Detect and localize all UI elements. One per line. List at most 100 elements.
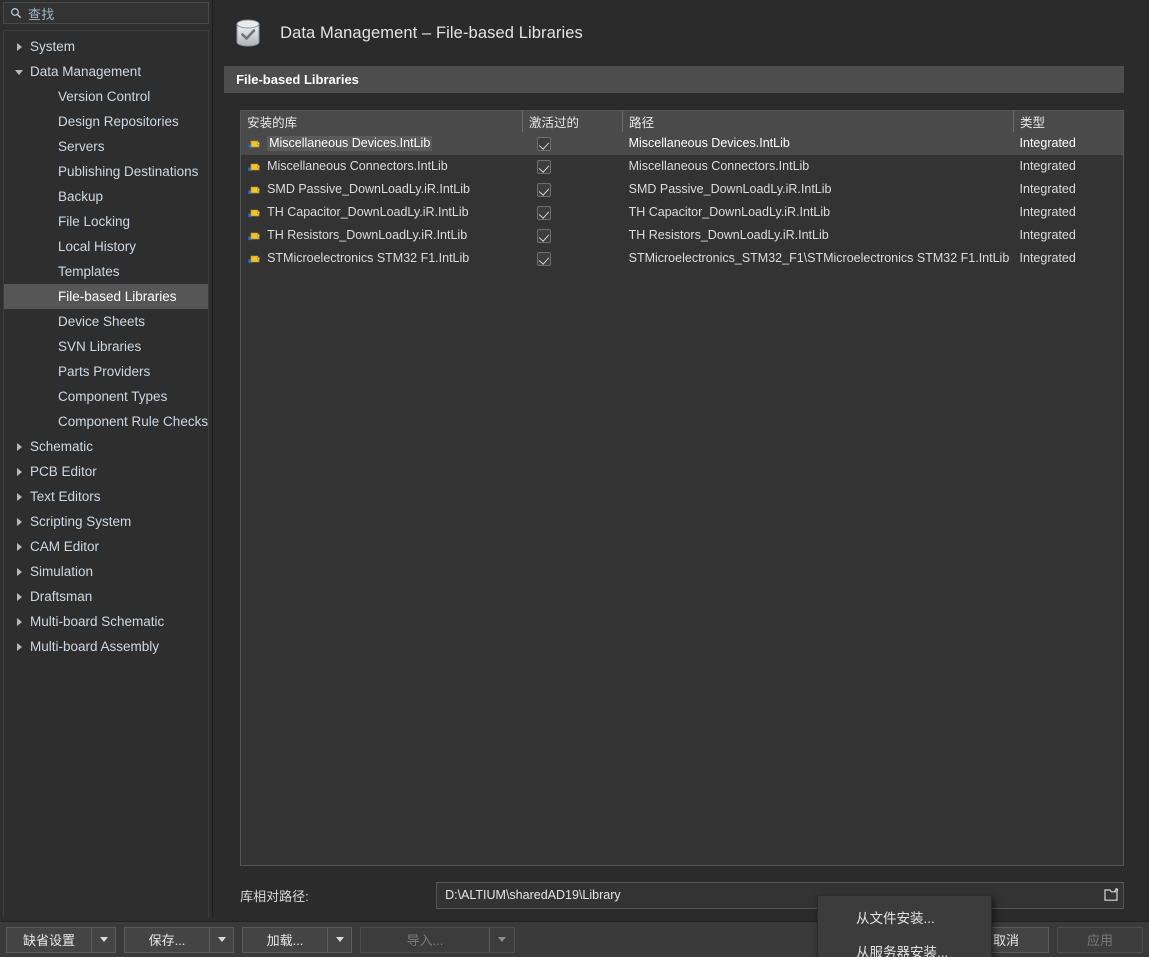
sidebar-item-cam-editor[interactable]: CAM Editor xyxy=(4,534,208,559)
sidebar-item-servers[interactable]: Servers xyxy=(4,134,208,159)
sidebar-item-label: Component Types xyxy=(58,389,168,404)
save-combo-button[interactable]: 保存... xyxy=(124,926,234,953)
chevron-right-icon[interactable] xyxy=(12,515,26,529)
chevron-right-icon[interactable] xyxy=(12,490,26,504)
library-file-icon xyxy=(248,186,260,194)
search-box[interactable]: 查找 xyxy=(3,2,210,24)
table-row[interactable]: Miscellaneous Devices.IntLib Miscellaneou… xyxy=(241,132,1124,155)
path-text: TH Capacitor_DownLoadLy.iR.IntLib xyxy=(628,205,831,219)
sidebar-item-system[interactable]: System xyxy=(4,34,208,59)
sidebar-item-data-management[interactable]: Data Management xyxy=(4,59,208,84)
table-body[interactable]: Miscellaneous Devices.IntLib Miscellaneou… xyxy=(241,132,1124,270)
sidebar-item-simulation[interactable]: Simulation xyxy=(4,559,208,584)
column-header-0[interactable]: 安装的库 xyxy=(241,111,524,132)
sidebar-item-label: Component Rule Checks xyxy=(58,414,209,429)
sidebar-item-backup[interactable]: Backup xyxy=(4,184,208,209)
sidebar-item-text-editors[interactable]: Text Editors xyxy=(4,484,208,509)
table-row[interactable]: STMicroelectronics STM32 F1.IntLib STMicr… xyxy=(241,247,1123,270)
path-text: Miscellaneous Connectors.IntLib xyxy=(628,159,810,173)
table-header-row: 安装的库 激活过的 路径 类型 xyxy=(241,111,1124,132)
section-title: File-based Libraries xyxy=(236,72,359,87)
table-row[interactable]: SMD Passive_DownLoadLy.iR.IntLib SMD Pass… xyxy=(241,178,1123,201)
sidebar-item-label: Servers xyxy=(58,139,105,154)
import-button[interactable]: 导入... xyxy=(361,928,489,952)
chevron-right-icon[interactable] xyxy=(12,565,26,579)
sidebar-item-templates[interactable]: Templates xyxy=(4,259,208,284)
type-text: Integrated xyxy=(1019,205,1076,219)
sidebar-item-schematic[interactable]: Schematic xyxy=(4,434,208,459)
table-row[interactable]: TH Resistors_DownLoadLy.iR.IntLib TH Resi… xyxy=(241,224,1123,247)
sidebar-item-label: Parts Providers xyxy=(58,364,151,379)
chevron-right-icon[interactable] xyxy=(12,590,26,604)
defaults-combo-button[interactable]: 缺省设置 xyxy=(6,926,116,953)
activated-checkbox[interactable] xyxy=(536,228,551,243)
sidebar-item-draftsman[interactable]: Draftsman xyxy=(4,584,208,609)
library-name-text: STMicroelectronics STM32 F1.IntLib xyxy=(267,251,470,265)
defaults-button[interactable]: 缺省设置 xyxy=(7,928,91,952)
chevron-right-icon[interactable] xyxy=(12,440,26,454)
sidebar-item-label: System xyxy=(30,39,76,54)
sidebar-item-file-based-libraries[interactable]: File-based Libraries xyxy=(4,284,209,309)
install-menu-item-0[interactable]: 从文件安装... xyxy=(818,900,991,934)
sidebar-item-scripting-system[interactable]: Scripting System xyxy=(4,509,208,534)
sidebar-item-label: Text Editors xyxy=(30,489,101,504)
activated-checkbox[interactable] xyxy=(536,136,551,151)
column-header-1[interactable]: 激活过的 xyxy=(522,111,624,132)
sidebar-item-device-sheets[interactable]: Device Sheets xyxy=(4,309,208,334)
sidebar-item-multi-board-schematic[interactable]: Multi-board Schematic xyxy=(4,609,208,634)
activated-checkbox[interactable] xyxy=(536,251,551,266)
chevron-right-icon[interactable] xyxy=(12,640,26,654)
chevron-right-icon[interactable] xyxy=(12,465,26,479)
sidebar-item-parts-providers[interactable]: Parts Providers xyxy=(4,359,208,384)
cell-type: Integrated xyxy=(1014,178,1123,201)
chevron-right-icon[interactable] xyxy=(12,615,26,629)
sidebar-item-version-control[interactable]: Version Control xyxy=(4,84,208,109)
import-combo-button[interactable]: 导入... xyxy=(360,926,515,953)
settings-tree[interactable]: System Data Management Version Control Desi… xyxy=(3,30,210,954)
relative-path-label: 库相对路径: xyxy=(240,888,309,904)
sidebar-item-svn-libraries[interactable]: SVN Libraries xyxy=(4,334,208,359)
relative-path-input[interactable]: D:\ALTIUM\sharedAD19\Library xyxy=(436,881,1125,909)
sidebar-item-local-history[interactable]: Local History xyxy=(4,234,208,259)
chevron-right-icon[interactable] xyxy=(12,540,26,554)
save-button[interactable]: 保存... xyxy=(125,928,209,952)
load-combo-button[interactable]: 加载... xyxy=(242,926,352,953)
sidebar-item-label: Publishing Destinations xyxy=(58,164,199,179)
activated-checkbox[interactable] xyxy=(536,205,551,220)
chevron-right-icon[interactable] xyxy=(12,40,26,54)
cell-activated xyxy=(523,247,623,270)
column-header-3[interactable]: 类型 xyxy=(1013,111,1124,132)
sidebar-item-file-locking[interactable]: File Locking xyxy=(4,209,208,234)
sidebar-item-design-repositories[interactable]: Design Repositories xyxy=(4,109,208,134)
sidebar-item-label: Data Management xyxy=(30,64,142,79)
sidebar-item-component-types[interactable]: Component Types xyxy=(4,384,208,409)
library-file-icon xyxy=(248,209,260,217)
sidebar-item-pcb-editor[interactable]: PCB Editor xyxy=(4,459,208,484)
install-dropdown-menu[interactable]: 从文件安装... 从服务器安装... xyxy=(817,895,992,957)
column-header-2[interactable]: 路径 xyxy=(622,111,1015,132)
sidebar-item-publishing-destinations[interactable]: Publishing Destinations xyxy=(4,159,208,184)
defaults-dropdown-toggle[interactable] xyxy=(91,927,115,952)
activated-checkbox[interactable] xyxy=(536,159,551,174)
sidebar-item-component-rule-checks[interactable]: Component Rule Checks xyxy=(4,409,208,434)
chevron-down-icon xyxy=(335,937,344,942)
table-row[interactable]: TH Capacitor_DownLoadLy.iR.IntLib TH Capa… xyxy=(241,201,1123,224)
sidebar-item-multi-board-assembly[interactable]: Multi-board Assembly xyxy=(4,634,208,659)
cell-path: SMD Passive_DownLoadLy.iR.IntLib xyxy=(623,178,1014,201)
table-row[interactable]: Miscellaneous Connectors.IntLib Miscellan… xyxy=(241,155,1123,178)
install-menu-item-1[interactable]: 从服务器安装... xyxy=(818,934,991,957)
save-dropdown-toggle[interactable] xyxy=(209,927,233,952)
apply-button[interactable]: 应用 xyxy=(1057,926,1143,953)
apply-label: 应用 xyxy=(1086,933,1113,948)
load-dropdown-toggle[interactable] xyxy=(327,927,351,952)
import-dropdown-toggle[interactable] xyxy=(489,927,513,952)
relative-path-value: D:\ALTIUM\sharedAD19\Library xyxy=(445,888,621,902)
activated-checkbox[interactable] xyxy=(536,182,551,197)
folder-open-icon[interactable] xyxy=(1103,887,1119,903)
library-file-icon xyxy=(248,163,260,171)
library-name-text: Miscellaneous Connectors.IntLib xyxy=(267,159,448,173)
sidebar-item-label: File Locking xyxy=(58,214,131,229)
sidebar-item-label: Device Sheets xyxy=(58,314,146,329)
chevron-down-icon[interactable] xyxy=(12,65,26,79)
load-button[interactable]: 加载... xyxy=(243,928,327,952)
